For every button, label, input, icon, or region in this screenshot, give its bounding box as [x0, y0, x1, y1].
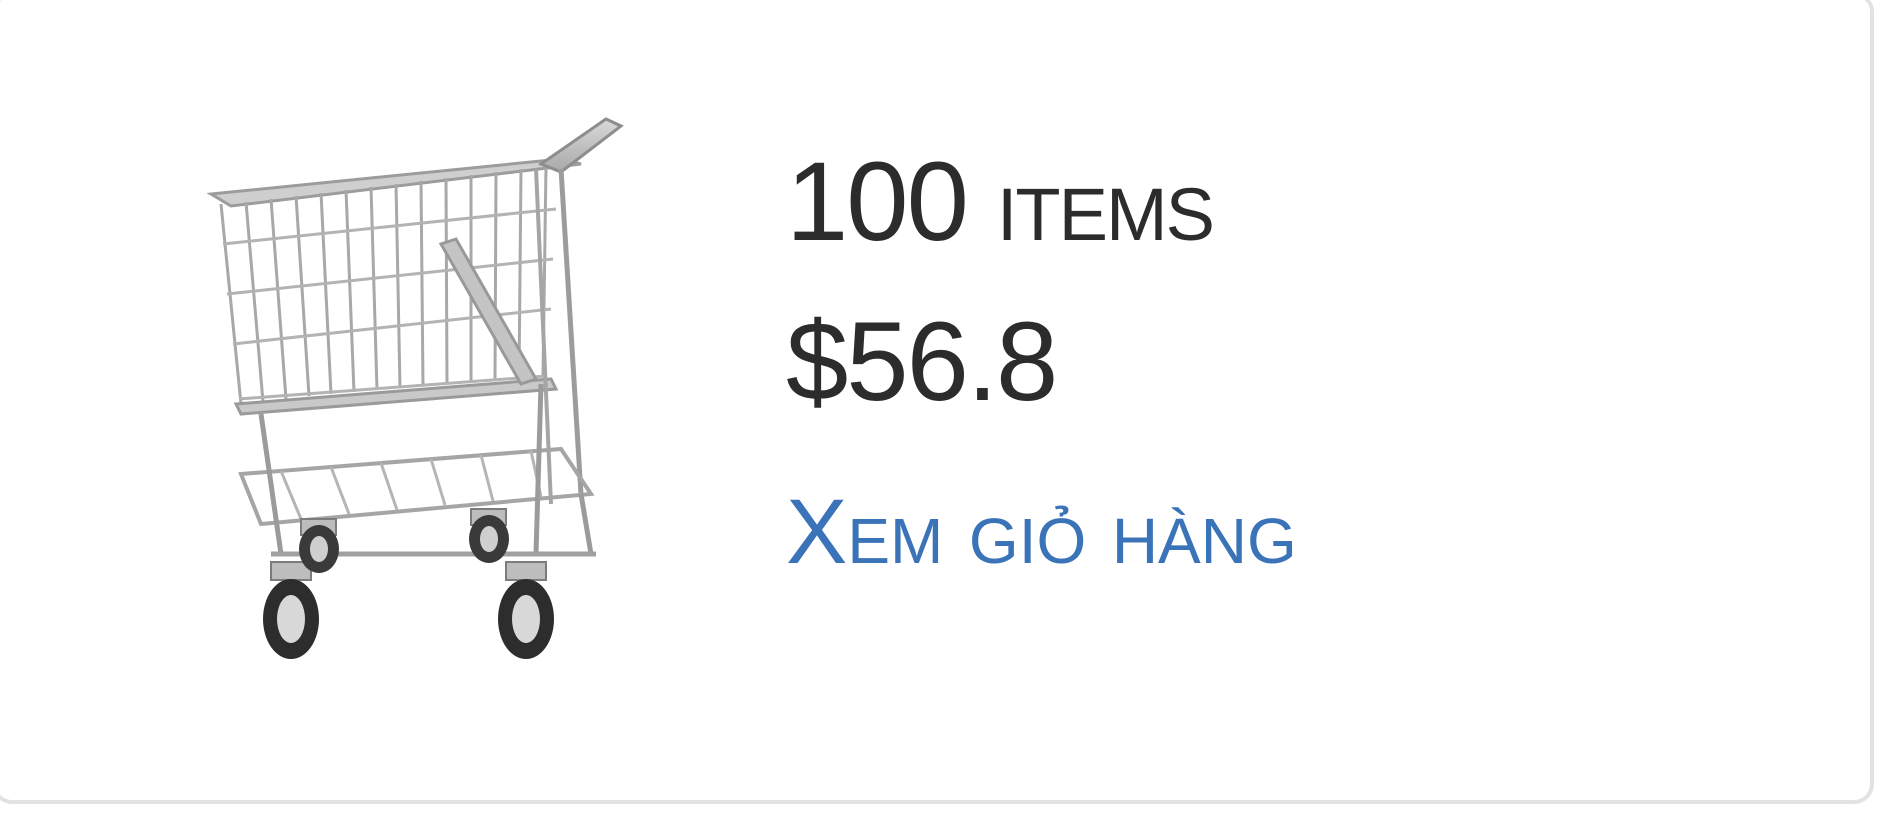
cart-total: $56.8 [786, 299, 1058, 424]
view-cart-link[interactable]: Xem giỏ hàng [786, 486, 1297, 578]
cart-widget: 100 items $56.8 Xem giỏ hàng [0, 0, 1874, 804]
item-count: 100 items [786, 139, 1297, 264]
cart-summary: 100 items $56.8 Xem giỏ hàng [786, 139, 1297, 579]
item-count-label: items [996, 173, 1215, 256]
item-count-number: 100 [786, 139, 969, 264]
shopping-cart-icon [206, 117, 624, 659]
